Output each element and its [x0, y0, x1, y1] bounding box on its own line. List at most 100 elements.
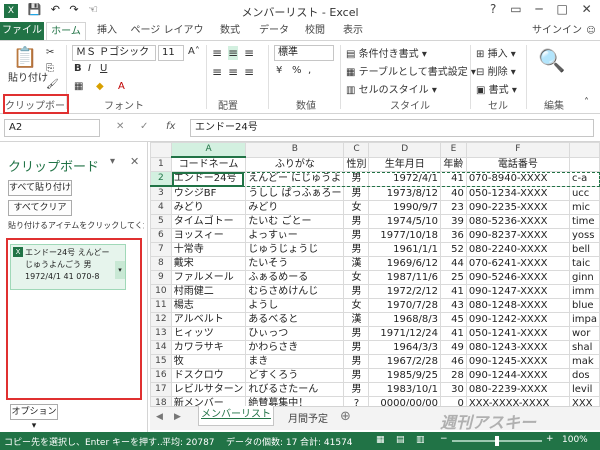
row-header[interactable]: 11: [150, 298, 172, 313]
paste-all-button[interactable]: すべて貼り付け: [8, 180, 72, 196]
help-icon[interactable]: ?: [490, 2, 496, 16]
row-header[interactable]: 10: [150, 284, 172, 299]
cell[interactable]: うしし ぱっふぁろー: [245, 185, 345, 201]
cell[interactable]: 戴宋: [170, 256, 247, 271]
cell[interactable]: 女: [343, 200, 370, 215]
cell[interactable]: 080-2240-XXXX: [465, 242, 570, 257]
cell[interactable]: 男: [343, 382, 370, 397]
ribbon-options-icon[interactable]: ▭: [510, 2, 521, 16]
clear-all-button[interactable]: すべてクリア: [8, 200, 72, 216]
cell[interactable]: 090-1244-XXXX: [465, 368, 570, 383]
cell[interactable]: 23: [440, 200, 467, 215]
cell[interactable]: 女: [343, 270, 370, 285]
cell[interactable]: 1972/4/1: [368, 171, 442, 187]
cell[interactable]: 男: [343, 214, 370, 229]
cell[interactable]: 080-5236-XXXX: [465, 214, 570, 229]
cell[interactable]: れびるさたーん: [245, 382, 345, 397]
cell[interactable]: ヨッスィー: [170, 228, 247, 243]
cell[interactable]: c-a: [568, 171, 600, 187]
cell[interactable]: 43: [440, 298, 467, 313]
cell[interactable]: 1990/9/7: [368, 200, 442, 215]
cell[interactable]: 39: [440, 214, 467, 229]
header-cell[interactable]: コードネーム: [170, 156, 247, 172]
cell[interactable]: 1985/9/25: [368, 368, 442, 383]
align-top-icon[interactable]: ≡: [212, 46, 222, 60]
paste-button[interactable]: 📋 貼り付け: [8, 45, 48, 84]
cell[interactable]: ひぃっつ: [245, 326, 345, 341]
font-size-select[interactable]: 11: [158, 45, 184, 61]
sheet-tab-schedule[interactable]: 月間予定: [280, 410, 336, 425]
align-right-icon[interactable]: ≡: [244, 65, 254, 79]
signin-link[interactable]: サインイン: [530, 22, 584, 40]
cell[interactable]: エンドー24号: [170, 171, 247, 187]
cell[interactable]: 十常寺: [170, 242, 247, 257]
tab-review[interactable]: 校閲: [298, 22, 332, 40]
cell[interactable]: カワラサキ: [170, 340, 247, 355]
cell[interactable]: ファルメール: [170, 270, 247, 285]
minimize-icon[interactable]: ─: [535, 2, 542, 16]
cell[interactable]: 漢: [343, 256, 370, 271]
sheet-tab-members[interactable]: メンバーリスト: [198, 406, 274, 426]
cell[interactable]: 絶賛募集中！: [245, 396, 345, 406]
cell[interactable]: 女: [343, 298, 370, 313]
format-painter-icon[interactable]: 🖌: [46, 79, 59, 90]
cell[interactable]: 28: [440, 368, 467, 383]
cell[interactable]: 0000/00/00: [368, 396, 442, 406]
cell[interactable]: えんどー にじゅうよ: [245, 171, 345, 187]
row-header[interactable]: 8: [150, 256, 172, 271]
row-header[interactable]: 2: [150, 171, 172, 187]
cell[interactable]: 070-6241-XXXX: [465, 256, 570, 271]
bold-button[interactable]: B: [74, 63, 82, 74]
page-break-view-icon[interactable]: ▥: [416, 435, 425, 445]
cell[interactable]: 牧: [170, 354, 247, 369]
sheet-scroll-left-icon[interactable]: ◀: [156, 412, 163, 422]
align-bottom-icon[interactable]: ≡: [244, 46, 254, 60]
zoom-level[interactable]: 100%: [562, 435, 588, 445]
name-box[interactable]: A2: [4, 119, 100, 137]
cell[interactable]: 0: [440, 396, 467, 406]
cell[interactable]: 1964/3/3: [368, 340, 442, 355]
cell[interactable]: 1972/2/12: [368, 284, 442, 299]
cell[interactable]: ドスクロウ: [170, 368, 247, 383]
cut-icon[interactable]: ✂: [46, 47, 54, 58]
cell[interactable]: ヒィッツ: [170, 326, 247, 341]
copy-icon[interactable]: ⎘: [46, 63, 54, 74]
cell[interactable]: むらさめけんじ: [245, 284, 345, 299]
binoculars-icon[interactable]: 🔍: [538, 49, 565, 74]
column-header[interactable]: A: [170, 142, 247, 158]
align-center-icon[interactable]: ≡: [228, 65, 238, 79]
row-header[interactable]: 7: [150, 242, 172, 257]
pane-close-icon[interactable]: ✕: [130, 155, 139, 168]
cell[interactable]: 070-8940-XXXX: [465, 171, 570, 187]
row-header[interactable]: 6: [150, 228, 172, 243]
align-left-icon[interactable]: ≡: [212, 65, 222, 79]
cell[interactable]: 36: [440, 228, 467, 243]
clipboard-item[interactable]: X エンドー24号 えんどー じゅうよんごう 男 1972/4/1 41 070…: [10, 244, 126, 290]
cell[interactable]: 男: [343, 284, 370, 299]
format-cells-button[interactable]: ▣ 書式 ▾: [476, 81, 517, 96]
row-header[interactable]: 4: [150, 200, 172, 215]
sheet-scroll-right-icon[interactable]: ▶: [174, 412, 181, 422]
cell[interactable]: 1968/8/3: [368, 312, 442, 327]
tab-file[interactable]: ファイル: [0, 22, 44, 40]
cell[interactable]: taic: [568, 256, 600, 271]
cell[interactable]: 080-1248-XXXX: [465, 298, 570, 313]
delete-cells-button[interactable]: ⊟ 削除 ▾: [476, 63, 516, 78]
cell[interactable]: 男: [343, 242, 370, 257]
cell[interactable]: 52: [440, 242, 467, 257]
cell[interactable]: bell: [568, 242, 600, 257]
cell[interactable]: 男: [343, 354, 370, 369]
cell[interactable]: 45: [440, 312, 467, 327]
cell[interactable]: ふぁるめーる: [245, 270, 345, 285]
cell[interactable]: imm: [568, 284, 600, 299]
collapse-ribbon-icon[interactable]: ˄: [584, 97, 589, 108]
tab-data[interactable]: データ: [254, 22, 294, 40]
new-sheet-icon[interactable]: ⊕: [340, 409, 351, 424]
zoom-out-icon[interactable]: −: [440, 434, 448, 444]
cell[interactable]: 村雨健二: [170, 284, 247, 299]
insert-function-icon[interactable]: fx: [166, 121, 175, 132]
cell[interactable]: たいそう: [245, 256, 345, 271]
cell-style-button[interactable]: ▥ セルのスタイル ▾: [346, 81, 437, 96]
header-cell[interactable]: 性別: [343, 156, 370, 172]
column-header[interactable]: [568, 142, 600, 158]
